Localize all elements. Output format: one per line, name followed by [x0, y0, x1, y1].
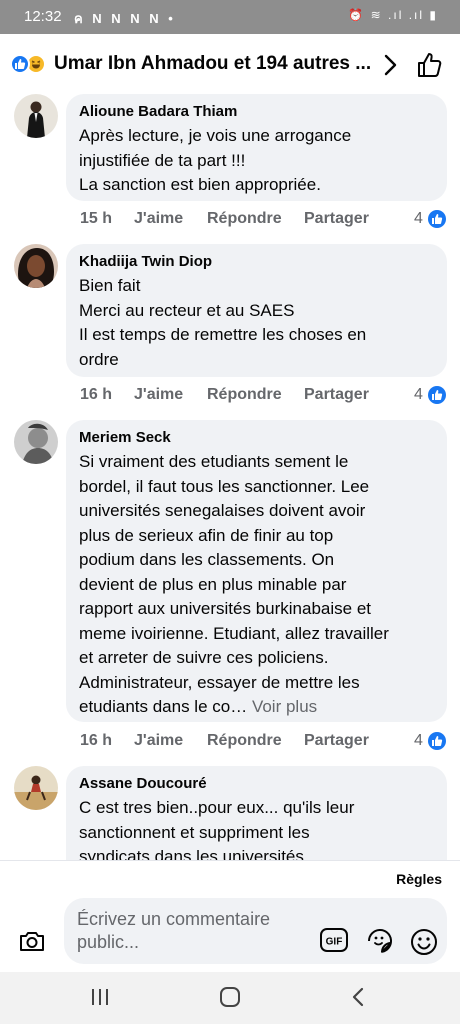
comment-author[interactable]: Assane Doucouré [79, 774, 433, 794]
comment-bubble[interactable]: Khadiija Twin Diop Bien fait Merci au re… [66, 244, 447, 377]
share-button[interactable]: Partager [304, 732, 369, 750]
thumbs-up-icon[interactable] [416, 51, 444, 79]
status-bar: 12:32 ค N N N N • ⏰ ≋ .ıl .ıl ▮ [0, 0, 460, 34]
like-count[interactable]: 4 [414, 732, 423, 750]
comment-text-body: Si vraiment des etudiants sement le bord… [79, 452, 389, 716]
comment-bubble[interactable]: Assane Doucouré C est tres bien..pour eu… [66, 766, 447, 860]
like-action-button[interactable]: J'aime [134, 732, 183, 750]
reactions-title[interactable]: Umar Ibn Ahmadou et 194 autres ... [54, 53, 371, 75]
comment-author[interactable]: Khadiija Twin Diop [79, 252, 433, 272]
comment-text: C est tres bien..pour eux... qu'ils leur… [79, 798, 355, 860]
back-icon[interactable] [350, 986, 366, 1008]
svg-text:GIF: GIF [326, 937, 343, 948]
comment-bubble[interactable]: Alioune Badara Thiam Après lecture, je v… [66, 94, 447, 201]
like-action-button[interactable]: J'aime [134, 386, 183, 404]
chevron-right-icon[interactable] [380, 52, 400, 78]
comment-item: Assane Doucouré C est tres bien..pour eu… [0, 766, 460, 860]
comment-author[interactable]: Alioune Badara Thiam [79, 102, 433, 122]
share-button[interactable]: Partager [304, 210, 369, 228]
comment-input[interactable]: Écrivez un commentaire public... GIF [64, 898, 447, 964]
reaction-summary[interactable] [10, 54, 50, 76]
emoji-icon[interactable] [410, 928, 438, 956]
comment-text: Bien fait Merci au recteur et au SAES Il… [79, 276, 367, 369]
like-action-button[interactable]: J'aime [134, 210, 183, 228]
sticker-icon[interactable] [366, 928, 394, 954]
status-time: 12:32 [24, 8, 62, 25]
comment-author[interactable]: Meriem Seck [79, 428, 433, 448]
like-reaction-icon [428, 386, 446, 404]
rules-link[interactable]: Règles [396, 871, 442, 887]
comment-composer: Règles Écrivez un commentaire public... … [0, 860, 460, 971]
home-icon[interactable] [219, 986, 241, 1008]
see-more-link[interactable]: Voir plus [252, 697, 317, 716]
reactions-header: Umar Ibn Ahmadou et 194 autres ... [0, 34, 460, 94]
reply-button[interactable]: Répondre [207, 732, 282, 750]
like-count[interactable]: 4 [414, 210, 423, 228]
avatar[interactable] [14, 420, 58, 464]
avatar[interactable] [14, 766, 58, 810]
recent-apps-icon[interactable] [90, 988, 110, 1006]
like-reaction-icon [428, 210, 446, 228]
comment-time[interactable]: 15 h [80, 210, 112, 228]
system-status-icons: ⏰ ≋ .ıl .ıl ▮ [348, 8, 438, 22]
share-button[interactable]: Partager [304, 386, 369, 404]
like-count[interactable]: 4 [414, 386, 423, 404]
gif-icon[interactable]: GIF [320, 928, 348, 952]
comment-input-placeholder: Écrivez un commentaire public... [77, 909, 271, 952]
reply-button[interactable]: Répondre [207, 210, 282, 228]
avatar[interactable] [14, 94, 58, 138]
comment-bubble[interactable]: Meriem Seck Si vraiment des etudiants se… [66, 420, 447, 722]
reply-button[interactable]: Répondre [207, 386, 282, 404]
like-icon [10, 54, 30, 74]
system-navigation-bar [0, 972, 460, 1024]
like-reaction-icon [428, 732, 446, 750]
avatar[interactable] [14, 244, 58, 288]
comment-text: Après lecture, je vois une arrogance inj… [79, 126, 352, 194]
comment-text: Si vraiment des etudiants sement le bord… [79, 450, 433, 720]
comment-time[interactable]: 16 h [80, 732, 112, 750]
notification-icons: ค N N N N • [74, 11, 176, 26]
comment-time[interactable]: 16 h [80, 386, 112, 404]
camera-icon[interactable] [18, 929, 46, 953]
